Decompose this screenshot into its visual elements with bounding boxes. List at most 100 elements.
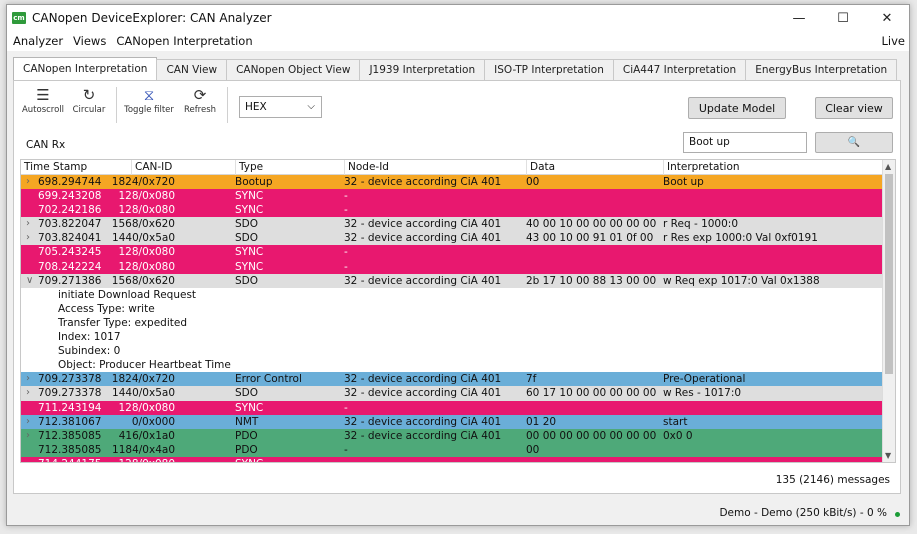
detail-line: Access Type: write xyxy=(21,301,895,316)
column-header-node-id[interactable]: Node-Id xyxy=(344,160,389,175)
cell-type: SYNC xyxy=(235,457,263,462)
table-row[interactable]: 705.243245 128/0x080 SYNC - xyxy=(21,245,895,260)
column-header-time-stamp[interactable]: Time Stamp xyxy=(21,160,87,175)
table-row[interactable]: 712.385085 1184/0x4a0 PDO - 00 xyxy=(21,442,895,457)
chevron-down-icon: ⌵ xyxy=(307,101,315,112)
detail-line: Object: Producer Heartbeat Time xyxy=(21,358,895,373)
cell-data: 7f xyxy=(526,373,537,386)
tab-iso-tp-interpretation[interactable]: ISO-TP Interpretation xyxy=(484,59,614,80)
refresh-label: Refresh xyxy=(183,105,217,115)
scroll-up-icon[interactable]: ▲ xyxy=(885,162,891,171)
expand-chevron-icon[interactable]: › xyxy=(26,429,30,443)
table-row[interactable]: › 712.381067 0/0x000 NMT 32 - device accordi… xyxy=(21,414,895,429)
cell-time-stamp: 703.822047 xyxy=(38,218,102,231)
table-row[interactable]: › 698.294744 1824/0x720 Bootup 32 - device a… xyxy=(21,175,895,190)
cell-can-id: 1568/0x620 xyxy=(111,218,175,231)
tab-canopen-interpretation[interactable]: CANopen Interpretation xyxy=(13,57,158,80)
table-row[interactable]: 711.243194 128/0x080 SYNC - xyxy=(21,400,895,415)
table-row[interactable]: ∨ 709.271386 1568/0x620 SDO 32 - device acco… xyxy=(21,273,895,288)
expand-chevron-icon[interactable]: › xyxy=(26,372,30,386)
tab-bar: CANopen Interpretation CAN View CANopen … xyxy=(13,57,898,80)
expand-chevron-icon[interactable]: › xyxy=(26,217,30,231)
expand-chevron-icon[interactable]: › xyxy=(26,386,30,400)
search-input[interactable]: Boot up xyxy=(683,132,807,153)
cell-interpretation: r Res exp 1000:0 Val 0xf0191 xyxy=(663,232,818,245)
column-header-data[interactable]: Data xyxy=(526,160,555,175)
vertical-scrollbar[interactable]: ▲ ▼ xyxy=(882,160,895,462)
maximize-button[interactable]: ☐ xyxy=(821,5,865,31)
menu-canopen-interpretation[interactable]: CANopen Interpretation xyxy=(112,34,256,48)
menu-analyzer[interactable]: Analyzer xyxy=(9,34,67,48)
refresh-icon: ⟳ xyxy=(193,86,207,104)
column-header-interpretation[interactable]: Interpretation xyxy=(663,160,740,175)
app-logo-icon: cm xyxy=(12,12,26,24)
column-header-can-id[interactable]: CAN-ID xyxy=(131,160,172,175)
toggle-filter-button[interactable]: ⧖ Toggle filter xyxy=(121,85,177,125)
table-row[interactable]: › 712.385085 416/0x1a0 PDO 32 - device accor… xyxy=(21,428,895,443)
table-row[interactable]: › 709.273378 1440/0x5a0 SDO 32 - device acco… xyxy=(21,386,895,401)
cell-type: SYNC xyxy=(235,246,264,259)
menu-bar: Analyzer Views CANopen Interpretation Li… xyxy=(7,31,909,51)
autoscroll-label: Autoscroll xyxy=(21,105,65,115)
tab-canopen-object-view[interactable]: CANopen Object View xyxy=(226,59,361,80)
tab-can-view[interactable]: CAN View xyxy=(156,59,228,80)
cell-type: SDO xyxy=(235,218,259,231)
table-row[interactable]: › 703.822047 1568/0x620 SDO 32 - device acco… xyxy=(21,217,895,232)
cell-data: 00 xyxy=(526,176,540,188)
cell-type: Error Control xyxy=(235,373,302,386)
detail-line: initiate Download Request xyxy=(21,287,895,302)
minimize-button[interactable]: — xyxy=(777,5,821,31)
cell-node-id: - xyxy=(344,204,348,217)
cell-node-id: 32 - device according CiA 401 xyxy=(344,373,502,386)
cell-can-id: 1440/0x5a0 xyxy=(112,232,175,245)
cell-interpretation: start xyxy=(663,415,688,428)
cell-type: SYNC xyxy=(235,260,264,273)
format-select[interactable]: HEX ⌵ xyxy=(239,96,322,118)
cell-type: PDO xyxy=(235,429,258,442)
scrollbar-thumb[interactable] xyxy=(885,174,893,374)
search-button[interactable]: 🔍 xyxy=(815,132,893,153)
menu-views[interactable]: Views xyxy=(69,34,110,48)
cell-interpretation: w Req exp 1017:0 Val 0x1388 xyxy=(663,274,820,287)
circular-button[interactable]: ↻ Circular xyxy=(66,85,112,125)
table-row[interactable]: 708.242224 128/0x080 SYNC - xyxy=(21,259,895,274)
cell-node-id: 32 - device according CiA 401 xyxy=(344,176,502,188)
table-row[interactable]: › 703.824041 1440/0x5a0 SDO 32 - device acco… xyxy=(21,231,895,246)
cell-can-id: 1824/0x720 xyxy=(111,373,175,386)
expand-chevron-icon[interactable]: › xyxy=(26,415,30,429)
expand-chevron-icon[interactable]: › xyxy=(26,175,30,189)
cell-time-stamp: 714.244175 xyxy=(38,457,101,462)
table-row[interactable]: 702.242186 128/0x080 SYNC - xyxy=(21,203,895,218)
autoscroll-button[interactable]: ☰ Autoscroll xyxy=(20,85,66,125)
cell-interpretation: r Req - 1000:0 xyxy=(663,218,739,231)
cell-node-id: - xyxy=(344,190,348,203)
clear-view-button[interactable]: Clear view xyxy=(815,97,893,119)
cell-type: SDO xyxy=(235,387,259,400)
table-row[interactable]: 699.243208 128/0x080 SYNC - xyxy=(21,189,895,204)
cell-interpretation: Pre-Operational xyxy=(663,373,746,386)
expand-chevron-icon[interactable]: › xyxy=(26,231,30,245)
table-row[interactable]: 714.244175 128/0x080 SYNC - xyxy=(21,456,895,462)
toolbar: ☰ Autoscroll ↻ Circular ⧖ Toggle filter … xyxy=(20,85,232,125)
scroll-down-icon[interactable]: ▼ xyxy=(885,451,891,460)
cell-can-id: 1568/0x620 xyxy=(111,274,175,287)
window-controls: — ☐ ✕ xyxy=(777,5,909,31)
menu-live[interactable]: Live xyxy=(882,34,905,48)
cell-data: 40 00 10 00 00 00 00 00 xyxy=(526,218,657,231)
table-row[interactable]: › 709.273378 1824/0x720 Error Control 32 - d… xyxy=(21,372,895,387)
circular-icon: ↻ xyxy=(82,86,96,104)
update-model-button[interactable]: Update Model xyxy=(688,97,786,119)
tab-cia447-interpretation[interactable]: CiA447 Interpretation xyxy=(612,59,747,80)
column-header-type[interactable]: Type xyxy=(235,160,263,175)
cell-node-id: 32 - device according CiA 401 xyxy=(344,274,502,287)
table-header: Time Stamp CAN-ID Type Node-Id Data Inte… xyxy=(21,160,895,175)
collapse-chevron-icon[interactable]: ∨ xyxy=(26,274,33,288)
tab-energybus-interpretation[interactable]: EnergyBus Interpretation xyxy=(745,59,898,80)
tab-j1939-interpretation[interactable]: J1939 Interpretation xyxy=(359,59,486,80)
cell-time-stamp: 712.381067 xyxy=(38,415,102,428)
close-button[interactable]: ✕ xyxy=(865,5,909,31)
refresh-button[interactable]: ⟳ Refresh xyxy=(177,85,223,125)
cell-can-id: 128/0x080 xyxy=(118,204,175,217)
cell-node-id: 32 - device according CiA 401 xyxy=(344,218,502,231)
cell-type: SDO xyxy=(235,274,259,287)
